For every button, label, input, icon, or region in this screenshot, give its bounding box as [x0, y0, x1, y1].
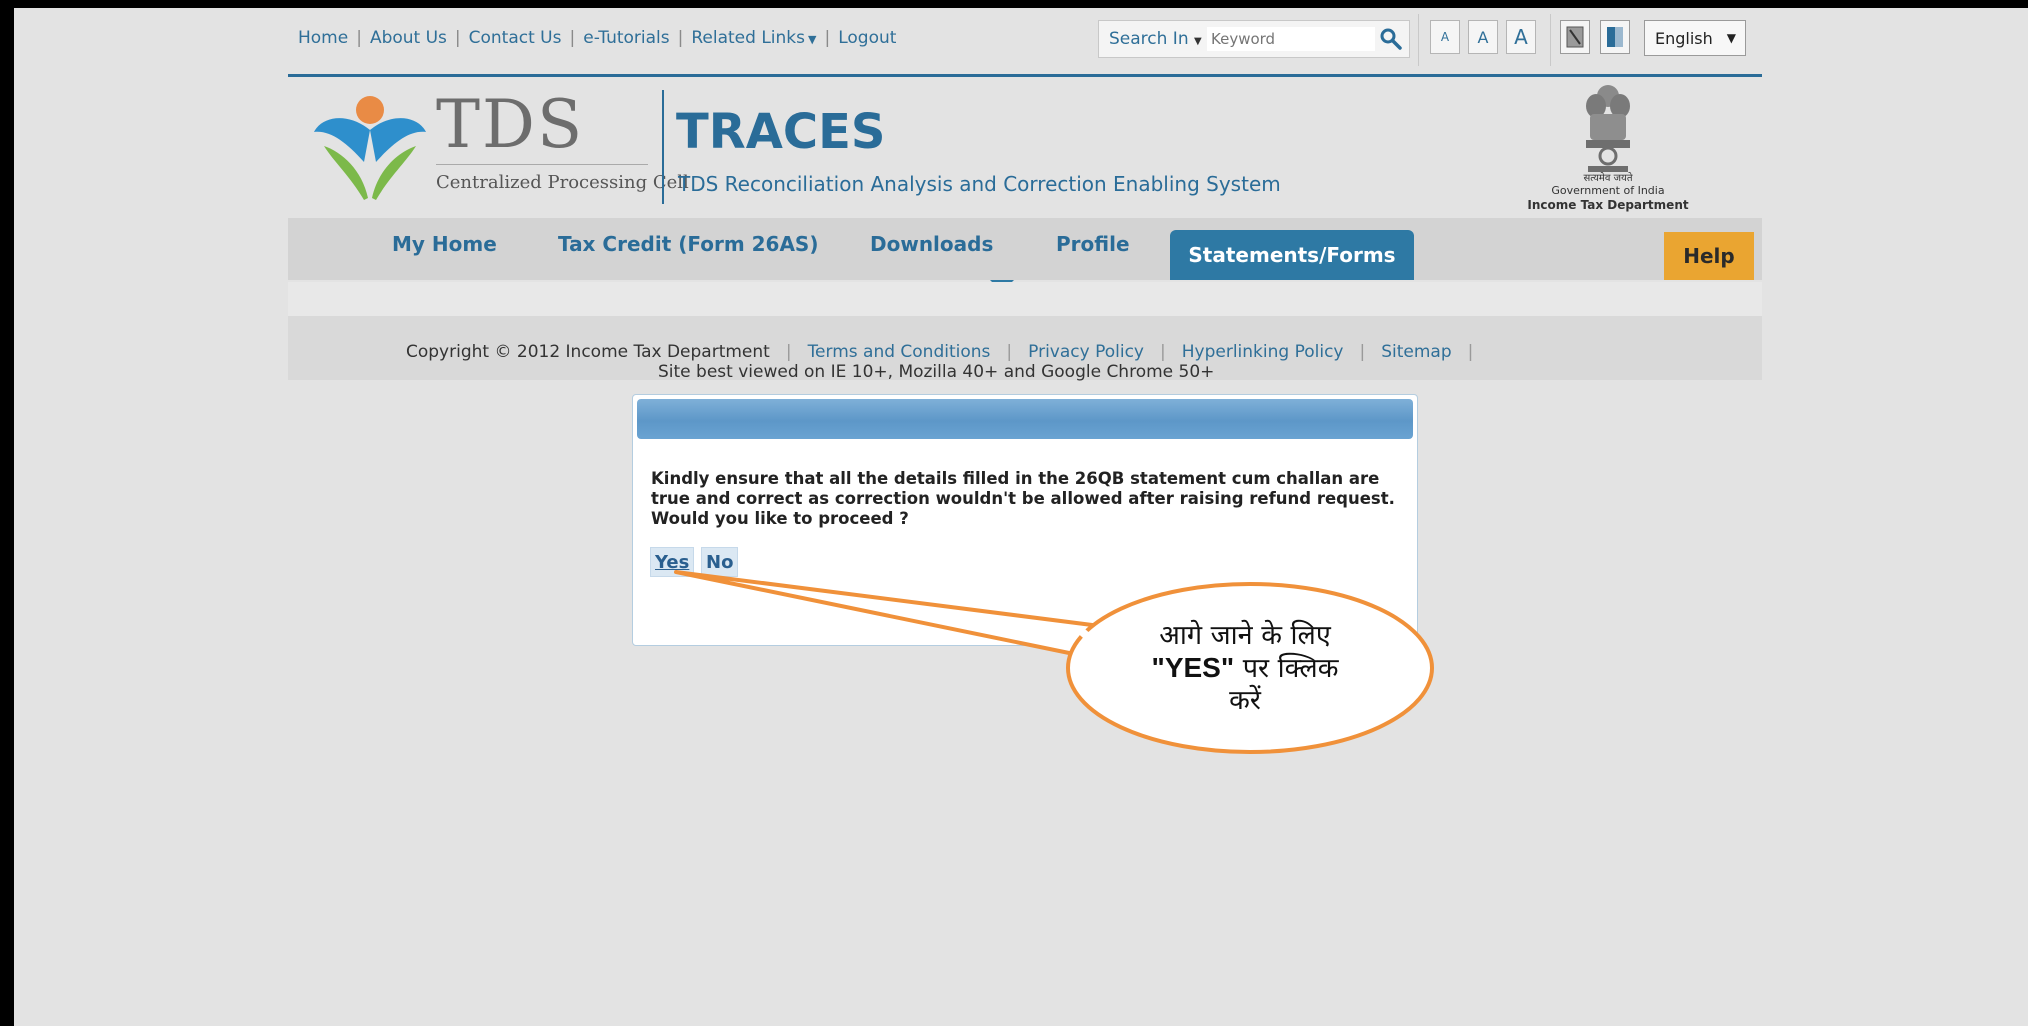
separator: | [1160, 342, 1166, 362]
e-tutorials-link[interactable]: e-Tutorials [583, 28, 669, 48]
language-select[interactable]: English ▼ [1644, 20, 1746, 56]
site-header: TDS Centralized Processing Cell TRACES T… [288, 78, 1762, 218]
callout-line-2: "YES" पर क्लिक [1100, 652, 1390, 685]
theme-controls [1560, 20, 1630, 54]
separator: | [1359, 342, 1366, 362]
header-rule [288, 74, 1762, 77]
home-link[interactable]: Home [298, 28, 348, 48]
copyright-text: Copyright © 2012 Income Tax Department [406, 342, 770, 362]
sub-nav-strip [288, 282, 1762, 316]
top-links: Home | About Us | Contact Us | e-Tutoria… [298, 28, 896, 48]
no-button[interactable]: No [701, 547, 739, 577]
font-size-controls: A A A [1430, 20, 1536, 54]
theme-icon [1607, 27, 1623, 47]
footer-links: Copyright © 2012 Income Tax Department |… [406, 342, 1489, 362]
national-emblem-icon [1586, 85, 1630, 172]
font-medium-button[interactable]: A [1468, 20, 1498, 54]
terms-link[interactable]: Terms and Conditions [808, 342, 991, 362]
callout-text: आगे जाने के लिए "YES" पर क्लिक करें [1100, 620, 1390, 717]
search-scope-label: Search In [1109, 29, 1189, 49]
nav-statements-forms[interactable]: Statements/Forms [1170, 230, 1414, 280]
default-theme-button[interactable] [1600, 20, 1630, 54]
callout-yes-emphasis: "YES" [1151, 652, 1235, 683]
help-button[interactable]: Help [1664, 232, 1754, 280]
page-footer: Copyright © 2012 Income Tax Department |… [288, 316, 1762, 382]
font-large-button[interactable]: A [1506, 20, 1536, 54]
hyperlinking-link[interactable]: Hyperlinking Policy [1182, 342, 1344, 362]
top-utility-bar: Home | About Us | Contact Us | e-Tutoria… [288, 14, 1762, 76]
callout-line-1: आगे जाने के लिए [1159, 620, 1331, 651]
caret-down-icon: ▼ [1194, 36, 1202, 47]
confirmation-dialog: Kindly ensure that all the details fille… [632, 394, 1418, 646]
main-nav: My Home Tax Credit (Form 26AS) Downloads… [288, 218, 1762, 280]
contrast-icon [1566, 26, 1584, 48]
font-small-button[interactable]: A [1430, 20, 1460, 54]
divider [1418, 14, 1419, 66]
yes-button[interactable]: Yes [650, 547, 695, 577]
caret-down-icon: ▼ [808, 33, 817, 46]
divider [1550, 14, 1551, 66]
callout-line-3: करें [1229, 685, 1261, 716]
site-title: TRACES [676, 104, 886, 160]
logo-divider [436, 164, 648, 165]
search-icon[interactable] [1379, 27, 1403, 51]
dialog-message: Kindly ensure that all the details fille… [651, 469, 1395, 528]
language-selected: English [1655, 28, 1713, 48]
browser-note: Site best viewed on IE 10+, Mozilla 40+ … [658, 362, 1215, 382]
separator: | [677, 28, 684, 48]
dialog-title-bar [637, 399, 1413, 439]
separator: | [569, 28, 576, 48]
logo-subtitle: Centralized Processing Cell [436, 172, 689, 193]
related-links-dropdown[interactable]: Related Links ▼ [691, 28, 816, 48]
separator: | [785, 342, 792, 362]
frame-top-border [0, 0, 2028, 8]
nav-my-home[interactable]: My Home [392, 232, 497, 256]
site-subtitle: TDS Reconciliation Analysis and Correcti… [678, 172, 1281, 196]
search-scope-select[interactable]: Search In ▼ [1099, 21, 1212, 57]
contact-us-link[interactable]: Contact Us [469, 28, 562, 48]
department-label: Income Tax Department [1527, 198, 1689, 212]
header-divider [662, 90, 664, 204]
search-input[interactable] [1207, 27, 1375, 51]
nav-profile[interactable]: Profile [1056, 232, 1130, 256]
frame-left-border [0, 0, 14, 1026]
separator: | [356, 28, 362, 48]
government-label: Government of India [1551, 184, 1665, 197]
privacy-link[interactable]: Privacy Policy [1028, 342, 1144, 362]
logout-link[interactable]: Logout [838, 28, 896, 48]
search-box: Search In ▼ [1098, 20, 1410, 58]
separator: | [1006, 342, 1013, 362]
logo-text: TDS [436, 86, 585, 163]
separator: | [824, 28, 831, 48]
separator: | [1467, 342, 1474, 362]
tds-logo-icon [314, 96, 426, 200]
related-links-label: Related Links [691, 28, 805, 48]
sitemap-link[interactable]: Sitemap [1381, 342, 1451, 362]
separator: | [454, 28, 461, 48]
caret-down-icon: ▼ [1726, 31, 1737, 45]
nav-downloads[interactable]: Downloads [870, 232, 993, 256]
about-us-link[interactable]: About Us [370, 28, 447, 48]
government-motto: सत्यमेव जयते [1583, 173, 1633, 184]
callout-line-2-rest: पर क्लिक [1242, 653, 1339, 684]
nav-tax-credit[interactable]: Tax Credit (Form 26AS) [558, 232, 818, 256]
contrast-theme-button[interactable] [1560, 20, 1590, 54]
